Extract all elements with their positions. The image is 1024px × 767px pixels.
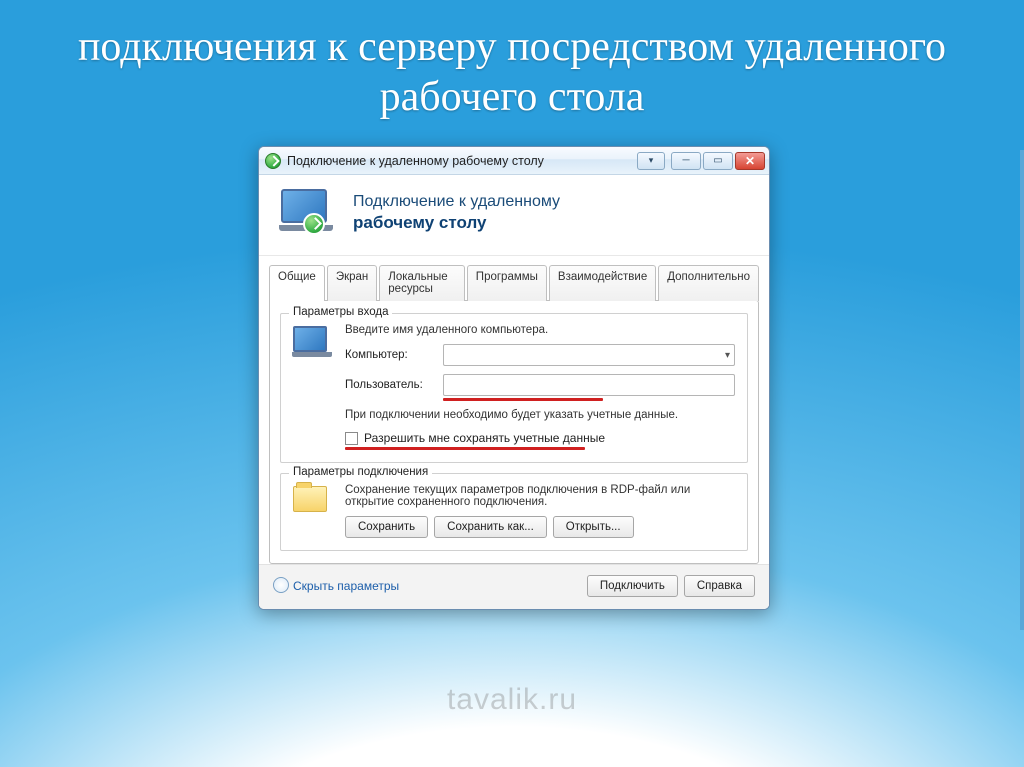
tab-local-resources[interactable]: Локальные ресурсы [379, 265, 465, 301]
login-group: Параметры входа Введите имя удаленного к… [280, 313, 748, 463]
folder-icon [293, 484, 333, 538]
credentials-hint: При подключении необходимо будет указать… [345, 409, 735, 421]
close-button[interactable]: ✕ [735, 152, 765, 170]
titlebar-dropdown-button[interactable] [637, 152, 665, 170]
banner-line-2: рабочему столу [353, 212, 560, 235]
slide-right-bar [1020, 150, 1024, 630]
chevron-up-icon [273, 577, 289, 596]
tab-advanced[interactable]: Дополнительно [658, 265, 759, 301]
login-hint: Введите имя удаленного компьютера. [345, 324, 735, 336]
rdp-banner-icon [277, 189, 337, 237]
banner-line-1: Подключение к удаленному [353, 191, 560, 213]
tab-experience[interactable]: Взаимодействие [549, 265, 656, 301]
rdp-app-icon [265, 153, 281, 169]
save-credentials-label: Разрешить мне сохранять учетные данные [364, 431, 605, 445]
slide-title: подключения к серверу посредством удален… [0, 22, 1024, 123]
tab-display[interactable]: Экран [327, 265, 377, 301]
computer-icon [293, 324, 333, 450]
help-button[interactable]: Справка [684, 575, 755, 597]
computer-combobox[interactable] [443, 344, 735, 366]
tab-programs[interactable]: Программы [467, 265, 547, 301]
save-button[interactable]: Сохранить [345, 516, 428, 538]
tabs: Общие Экран Локальные ресурсы Программы … [269, 265, 759, 301]
window-title: Подключение к удаленному рабочему столу [287, 154, 637, 168]
login-group-title: Параметры входа [289, 306, 392, 318]
save-credentials-checkbox[interactable] [345, 432, 358, 445]
user-input[interactable] [443, 374, 735, 396]
maximize-button[interactable]: ▭ [703, 152, 733, 170]
watermark: tavalik.ru [447, 683, 577, 717]
user-label: Пользователь: [345, 379, 435, 391]
connect-button[interactable]: Подключить [587, 575, 678, 597]
rdp-window: Подключение к удаленному рабочему столу … [258, 146, 770, 610]
tab-general[interactable]: Общие [269, 265, 325, 301]
titlebar: Подключение к удаленному рабочему столу … [259, 147, 769, 175]
tab-panel-general: Параметры входа Введите имя удаленного к… [269, 300, 759, 564]
hide-params-label: Скрыть параметры [293, 579, 399, 593]
computer-label: Компьютер: [345, 349, 435, 361]
hide-params-link[interactable]: Скрыть параметры [273, 577, 399, 596]
open-button[interactable]: Открыть... [553, 516, 634, 538]
dialog-footer: Скрыть параметры Подключить Справка [259, 564, 769, 609]
save-as-button[interactable]: Сохранить как... [434, 516, 547, 538]
highlight-underline-user [443, 398, 603, 401]
minimize-button[interactable]: ─ [671, 152, 701, 170]
banner-text: Подключение к удаленному рабочему столу [353, 191, 560, 236]
connection-hint: Сохранение текущих параметров подключени… [345, 484, 735, 508]
banner: Подключение к удаленному рабочему столу [259, 175, 769, 256]
highlight-underline-checkbox [345, 447, 585, 450]
connection-group-title: Параметры подключения [289, 466, 432, 478]
connection-group: Параметры подключения Сохранение текущих… [280, 473, 748, 551]
